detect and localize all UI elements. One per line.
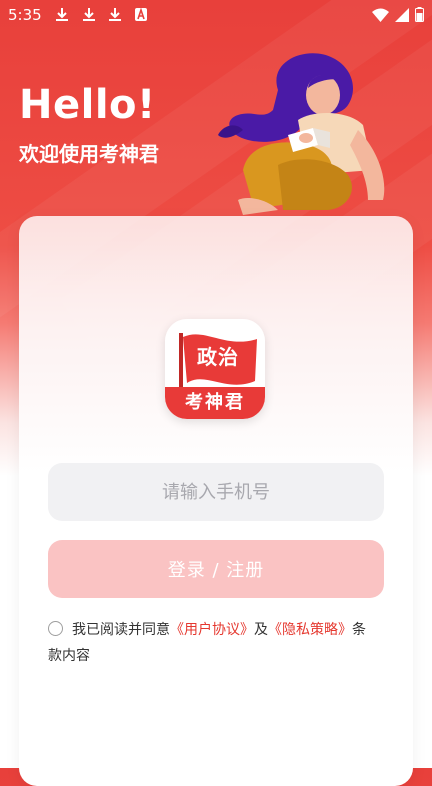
privacy-policy-link[interactable]: 《隐私策略》 [268, 622, 352, 638]
phone-input[interactable] [48, 463, 384, 521]
welcome-subtitle: 欢迎使用考神君 [19, 142, 159, 166]
status-time: 5:35 [8, 6, 42, 24]
reading-girl-illustration [218, 53, 385, 215]
app-logo: 政治 考神君 [165, 319, 265, 419]
status-bar: 5:35 [0, 0, 432, 30]
logo-brand-text: 考神君 [165, 387, 265, 419]
wifi-icon [372, 8, 389, 22]
download-icon [56, 8, 68, 21]
greeting-title: Hello! [19, 82, 156, 128]
battery-icon [415, 7, 424, 22]
agree-checkbox[interactable] [48, 621, 63, 636]
download-icon [83, 8, 95, 21]
logo-flag-text: 政治 [197, 345, 239, 369]
download-icon [109, 8, 121, 21]
agreement-prefix: 我已阅读并同意 [72, 622, 170, 638]
agreement-row: 我已阅读并同意《用户协议》及《隐私策略》条 款内容 [48, 617, 388, 669]
agreement-suffix-1: 条 [352, 622, 366, 638]
login-register-button[interactable]: 登录 / 注册 [48, 540, 384, 598]
user-agreement-link[interactable]: 《用户协议》 [170, 622, 254, 638]
signal-icon [395, 7, 409, 22]
text-a-icon [135, 7, 147, 21]
agreement-and: 及 [254, 622, 268, 638]
agreement-suffix-2: 款内容 [48, 648, 90, 664]
